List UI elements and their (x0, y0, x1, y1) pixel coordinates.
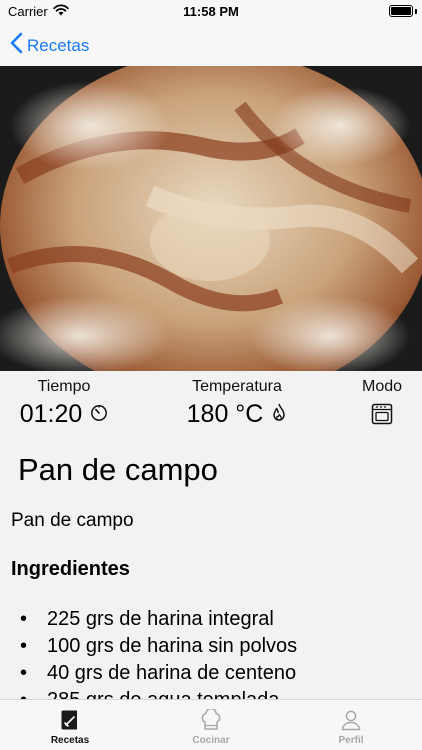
list-item: • 225 grs de harina integral (20, 606, 297, 633)
ingredient-text: 225 grs de harina integral (47, 608, 274, 630)
tab-cocinar[interactable]: Cocinar (171, 708, 251, 746)
time-value-row: 01:20 (18, 400, 110, 429)
tab-bar: Recetas Cocinar Perfil (0, 699, 422, 750)
mode-label: Modo (361, 378, 403, 395)
time-label: Tiempo (37, 378, 91, 395)
recipe-title: Pan de campo (18, 452, 218, 487)
time-value: 01:20 (19, 400, 83, 428)
status-bar: Carrier 11:58 PM (0, 0, 422, 24)
status-time: 11:58 PM (183, 4, 239, 19)
ingredient-text: 40 grs de harina de centeno (47, 662, 297, 684)
tab-label: Cocinar (192, 735, 230, 746)
chef-hat-icon (171, 708, 251, 732)
ingredient-text: 100 grs de harina sin polvos (47, 635, 298, 657)
temperature-info: Temperatura 180 °C (182, 378, 292, 429)
mode-info: Modo (352, 378, 412, 432)
tab-label: Perfil (338, 735, 364, 746)
time-info: Tiempo 01:20 (18, 378, 110, 429)
bullet: • (20, 608, 28, 630)
bullet: • (20, 635, 28, 657)
oven-icon (371, 403, 393, 432)
recipe-description: Pan de campo (11, 510, 134, 531)
list-item: • 40 grs de harina de centeno (20, 660, 297, 687)
tab-recetas[interactable]: Recetas (30, 708, 110, 746)
recipe-info-row: Tiempo 01:20 Temperatura 180 °C Modo (0, 378, 422, 438)
navigation-bar: Recetas (0, 24, 422, 66)
ingredients-header: Ingredientes (11, 558, 130, 580)
ingredients-list: • 225 grs de harina integral • 100 grs de … (20, 606, 297, 714)
chevron-left-icon (10, 32, 23, 59)
tab-label: Recetas (50, 735, 90, 746)
battery-nub (415, 9, 417, 14)
recipe-hero-image (0, 66, 422, 371)
temperature-label: Temperatura (192, 378, 282, 395)
book-icon (30, 708, 110, 732)
person-icon (311, 708, 391, 732)
temperature-value-row: 180 °C (182, 400, 292, 429)
back-button[interactable]: Recetas (10, 32, 89, 59)
tab-perfil[interactable]: Perfil (311, 708, 391, 746)
recipe-detail-screen: Carrier 11:58 PM Recetas Tiempo 01:20 Te… (0, 0, 422, 750)
back-button-label: Recetas (27, 35, 90, 55)
bullet: • (20, 662, 28, 684)
temperature-value: 180 °C (186, 400, 264, 428)
list-item: • 100 grs de harina sin polvos (20, 633, 297, 660)
flame-icon (271, 400, 287, 429)
battery-icon (389, 5, 413, 17)
timer-icon (90, 400, 108, 429)
mode-value-row (352, 403, 412, 432)
